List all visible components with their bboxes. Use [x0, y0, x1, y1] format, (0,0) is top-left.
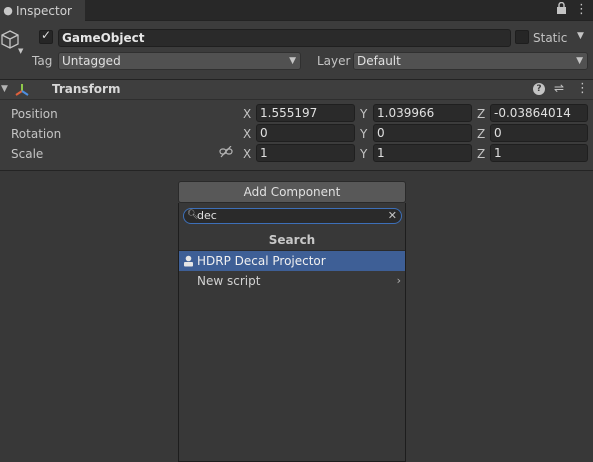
position-label: Position: [11, 107, 58, 121]
gameobject-header: ▼ GameObject Static ▼ Tag Untagged ▼ Lay…: [0, 21, 593, 79]
list-item-new-script[interactable]: New script ›: [179, 271, 405, 291]
kebab-menu-icon[interactable]: ⋮: [576, 81, 589, 96]
tag-label: Tag: [32, 54, 53, 68]
list-item-label: HDRP Decal Projector: [197, 254, 326, 268]
tab-bar: ● Inspector ⋮: [0, 0, 593, 21]
axis-y-label[interactable]: Y: [360, 107, 367, 121]
help-icon[interactable]: ?: [533, 83, 545, 95]
clear-search-icon[interactable]: ✕: [388, 209, 397, 223]
chevron-down-icon: ▼: [289, 56, 296, 66]
static-checkbox[interactable]: [515, 30, 529, 44]
info-icon: ●: [3, 4, 13, 17]
scale-y-field[interactable]: 1: [373, 144, 472, 162]
axis-z-label[interactable]: Z: [477, 127, 485, 141]
popup-title: Search: [268, 233, 316, 247]
axis-z-label[interactable]: Z: [477, 107, 485, 121]
constrain-proportions-link-icon[interactable]: [219, 145, 233, 161]
kebab-menu-icon[interactable]: ⋮: [575, 2, 588, 17]
cube-icon: [0, 29, 20, 54]
transform-icon: [14, 83, 30, 100]
position-z-field[interactable]: -0.03864014: [490, 104, 588, 122]
axis-x-label[interactable]: X: [243, 107, 251, 121]
axis-z-label[interactable]: Z: [477, 147, 485, 161]
chevron-down-icon: ▼: [576, 56, 583, 66]
gameobject-name-field[interactable]: GameObject: [58, 29, 511, 47]
icon-picker-caret-icon[interactable]: ▼: [18, 47, 23, 55]
layer-value: Default: [357, 54, 401, 68]
add-component-button[interactable]: Add Component: [178, 181, 406, 203]
scale-label: Scale: [11, 147, 44, 161]
rotation-x-field[interactable]: 0: [256, 124, 355, 142]
rotation-label: Rotation: [11, 127, 62, 141]
transform-title: Transform: [52, 82, 121, 96]
chevron-right-icon: ›: [396, 274, 401, 287]
active-checkbox[interactable]: [39, 28, 53, 44]
tag-value: Untagged: [62, 54, 121, 68]
static-dropdown-caret-icon[interactable]: ▼: [577, 31, 584, 41]
scale-x-field[interactable]: 1: [256, 144, 355, 162]
transform-header[interactable]: ▼ Transform ? ⇌ ⋮: [0, 79, 593, 100]
static-label: Static: [533, 31, 568, 45]
tab-inspector[interactable]: ● Inspector: [0, 0, 85, 21]
axis-y-label[interactable]: Y: [360, 147, 367, 161]
preset-sliders-icon[interactable]: ⇌: [554, 81, 564, 95]
position-x-field[interactable]: 1.555197: [256, 104, 355, 122]
tag-dropdown[interactable]: Untagged ▼: [58, 52, 301, 70]
axis-x-label[interactable]: X: [243, 127, 251, 141]
add-component-popup: 🔍︎ dec ✕ Search HDRP Decal Projector New…: [178, 203, 406, 462]
search-value: dec: [197, 209, 217, 222]
list-item-hdrp-decal-projector[interactable]: HDRP Decal Projector: [179, 251, 405, 271]
lock-icon[interactable]: [556, 1, 567, 17]
tab-inspector-label: Inspector: [16, 3, 72, 18]
position-y-field[interactable]: 1.039966: [373, 104, 472, 122]
axis-y-label[interactable]: Y: [360, 127, 367, 141]
list-item-label: New script: [197, 274, 261, 288]
scale-z-field[interactable]: 1: [490, 144, 588, 162]
foldout-arrow-icon[interactable]: ▼: [1, 84, 8, 94]
rotation-y-field[interactable]: 0: [373, 124, 472, 142]
rotation-z-field[interactable]: 0: [490, 124, 588, 142]
layer-dropdown[interactable]: Default ▼: [353, 52, 588, 70]
layer-label: Layer: [317, 54, 351, 68]
axis-x-label[interactable]: X: [243, 147, 251, 161]
component-search-input[interactable]: 🔍︎ dec ✕: [183, 208, 402, 224]
